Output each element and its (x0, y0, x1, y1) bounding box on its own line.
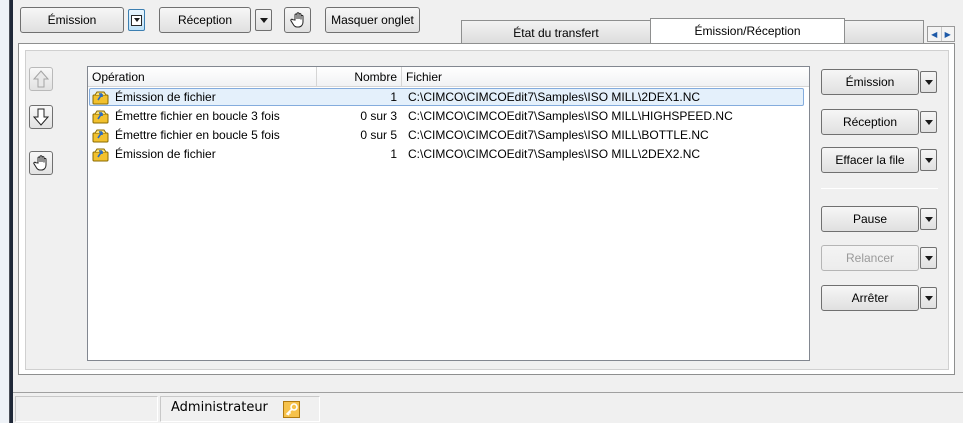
pause-button[interactable]: Pause (821, 206, 919, 232)
restart-button[interactable]: Relancer (821, 245, 919, 271)
column-label: Fichier (406, 70, 443, 84)
emission-dropdown-button[interactable] (128, 9, 145, 31)
count-cell: 0 sur 3 (360, 109, 397, 123)
chevron-down-icon (924, 295, 933, 301)
hand-button[interactable] (284, 7, 311, 33)
send-file-icon (92, 110, 109, 124)
reception-dropdown-button[interactable] (255, 9, 272, 31)
operation-cell: Émettre fichier en boucle 3 fois (115, 109, 280, 123)
file-cell: C:\CIMCO\CIMCOEdit7\Samples\ISO MILL\2DE… (408, 147, 701, 161)
tab-label: Émission/Réception (694, 24, 801, 38)
actions-separator (821, 188, 938, 189)
hide-tabs-button-label: Masquer onglet (331, 13, 414, 27)
arrow-up-icon (33, 70, 49, 88)
button-label: Relancer (845, 251, 895, 265)
user-label: Administrateur (171, 400, 268, 415)
table-row[interactable]: Émission de fichier 1 C:\CIMCO\CIMCOEdit… (88, 145, 809, 163)
column-header-operation[interactable]: Opération (88, 67, 317, 87)
action-reception-dropdown[interactable] (920, 111, 937, 133)
file-cell: C:\CIMCO\CIMCOEdit7\Samples\ISO MILL\2DE… (408, 90, 701, 104)
chevron-down-icon (259, 17, 268, 23)
file-cell: C:\CIMCO\CIMCOEdit7\Samples\ISO MILL\BOT… (408, 128, 709, 142)
count-cell: 1 (390, 90, 397, 104)
button-label: Arrêter (851, 291, 889, 305)
operations-list[interactable]: Opération Nombre Fichier Émission de fic… (87, 66, 810, 361)
scroll-right-icon[interactable]: ▶ (940, 27, 955, 41)
operation-cell: Émission de fichier (115, 90, 216, 104)
file-cell: C:\CIMCO\CIMCOEdit7\Samples\ISO MILL\HIG… (408, 109, 733, 123)
chevron-down-icon (924, 216, 933, 222)
pause-dropdown[interactable] (920, 208, 937, 230)
tab-transfer-status[interactable]: État du transfert (461, 20, 651, 44)
list-header: Opération Nombre Fichier (88, 67, 809, 87)
clear-queue-dropdown[interactable] (920, 149, 937, 171)
send-file-icon (92, 148, 109, 162)
column-header-count[interactable]: Nombre (317, 67, 402, 87)
tab-emission-reception[interactable]: Émission/Réception (650, 18, 845, 43)
chevron-down-icon (924, 255, 933, 261)
chevron-down-icon (924, 119, 933, 125)
emission-button-label: Émission (47, 13, 97, 27)
button-label: Pause (852, 212, 888, 226)
reception-button[interactable]: Réception (159, 7, 251, 33)
hand-icon (33, 154, 47, 170)
stop-button[interactable]: Arrêter (821, 285, 919, 311)
table-row[interactable]: Émettre fichier en boucle 3 fois 0 sur 3… (88, 107, 809, 125)
chevron-down-icon (131, 14, 142, 26)
chevron-down-icon (924, 79, 933, 85)
count-cell: 1 (390, 147, 397, 161)
app-window: Émission Réception Masquer onglet État d… (13, 0, 963, 423)
status-bar: Administrateur (13, 392, 963, 423)
chevron-down-icon (924, 157, 933, 163)
table-row[interactable]: Émettre fichier en boucle 5 fois 0 sur 5… (88, 126, 809, 144)
hand-side-button[interactable] (29, 151, 53, 175)
action-emission-button[interactable]: Émission (821, 69, 919, 95)
move-up-button[interactable] (29, 67, 53, 91)
send-file-icon (92, 91, 109, 105)
clear-queue-button[interactable]: Effacer la file (821, 147, 919, 173)
tab-label: État du transfert (513, 25, 599, 40)
button-label: Réception (842, 115, 898, 129)
action-reception-button[interactable]: Réception (821, 109, 919, 135)
hide-tabs-button[interactable]: Masquer onglet (325, 7, 420, 33)
hand-icon (289, 11, 303, 27)
toolbar: Émission Réception Masquer onglet État d… (13, 0, 963, 44)
column-header-file[interactable]: Fichier (402, 67, 808, 87)
count-cell: 0 sur 5 (360, 128, 397, 142)
move-down-button[interactable] (29, 105, 53, 129)
table-row[interactable]: Émission de fichier 1 C:\CIMCO\CIMCOEdit… (88, 88, 809, 106)
operation-cell: Émettre fichier en boucle 5 fois (115, 128, 280, 142)
emission-button[interactable]: Émission (20, 7, 124, 33)
column-label: Nombre (354, 70, 397, 84)
button-label: Émission (845, 75, 895, 89)
send-file-icon (92, 129, 109, 143)
status-cell (15, 396, 158, 422)
tab-more[interactable] (844, 20, 924, 44)
stop-dropdown[interactable] (920, 287, 937, 309)
action-emission-dropdown[interactable] (920, 71, 937, 93)
operation-cell: Émission de fichier (115, 147, 216, 161)
tab-scroll-buttons: ◀ ▶ (927, 26, 955, 42)
scroll-left-icon[interactable]: ◀ (928, 27, 941, 41)
key-icon (283, 401, 300, 418)
reception-button-label: Réception (177, 13, 233, 27)
arrow-down-icon (33, 108, 49, 126)
button-label: Effacer la file (835, 153, 905, 167)
column-label: Opération (92, 70, 145, 84)
restart-dropdown[interactable] (920, 247, 937, 269)
